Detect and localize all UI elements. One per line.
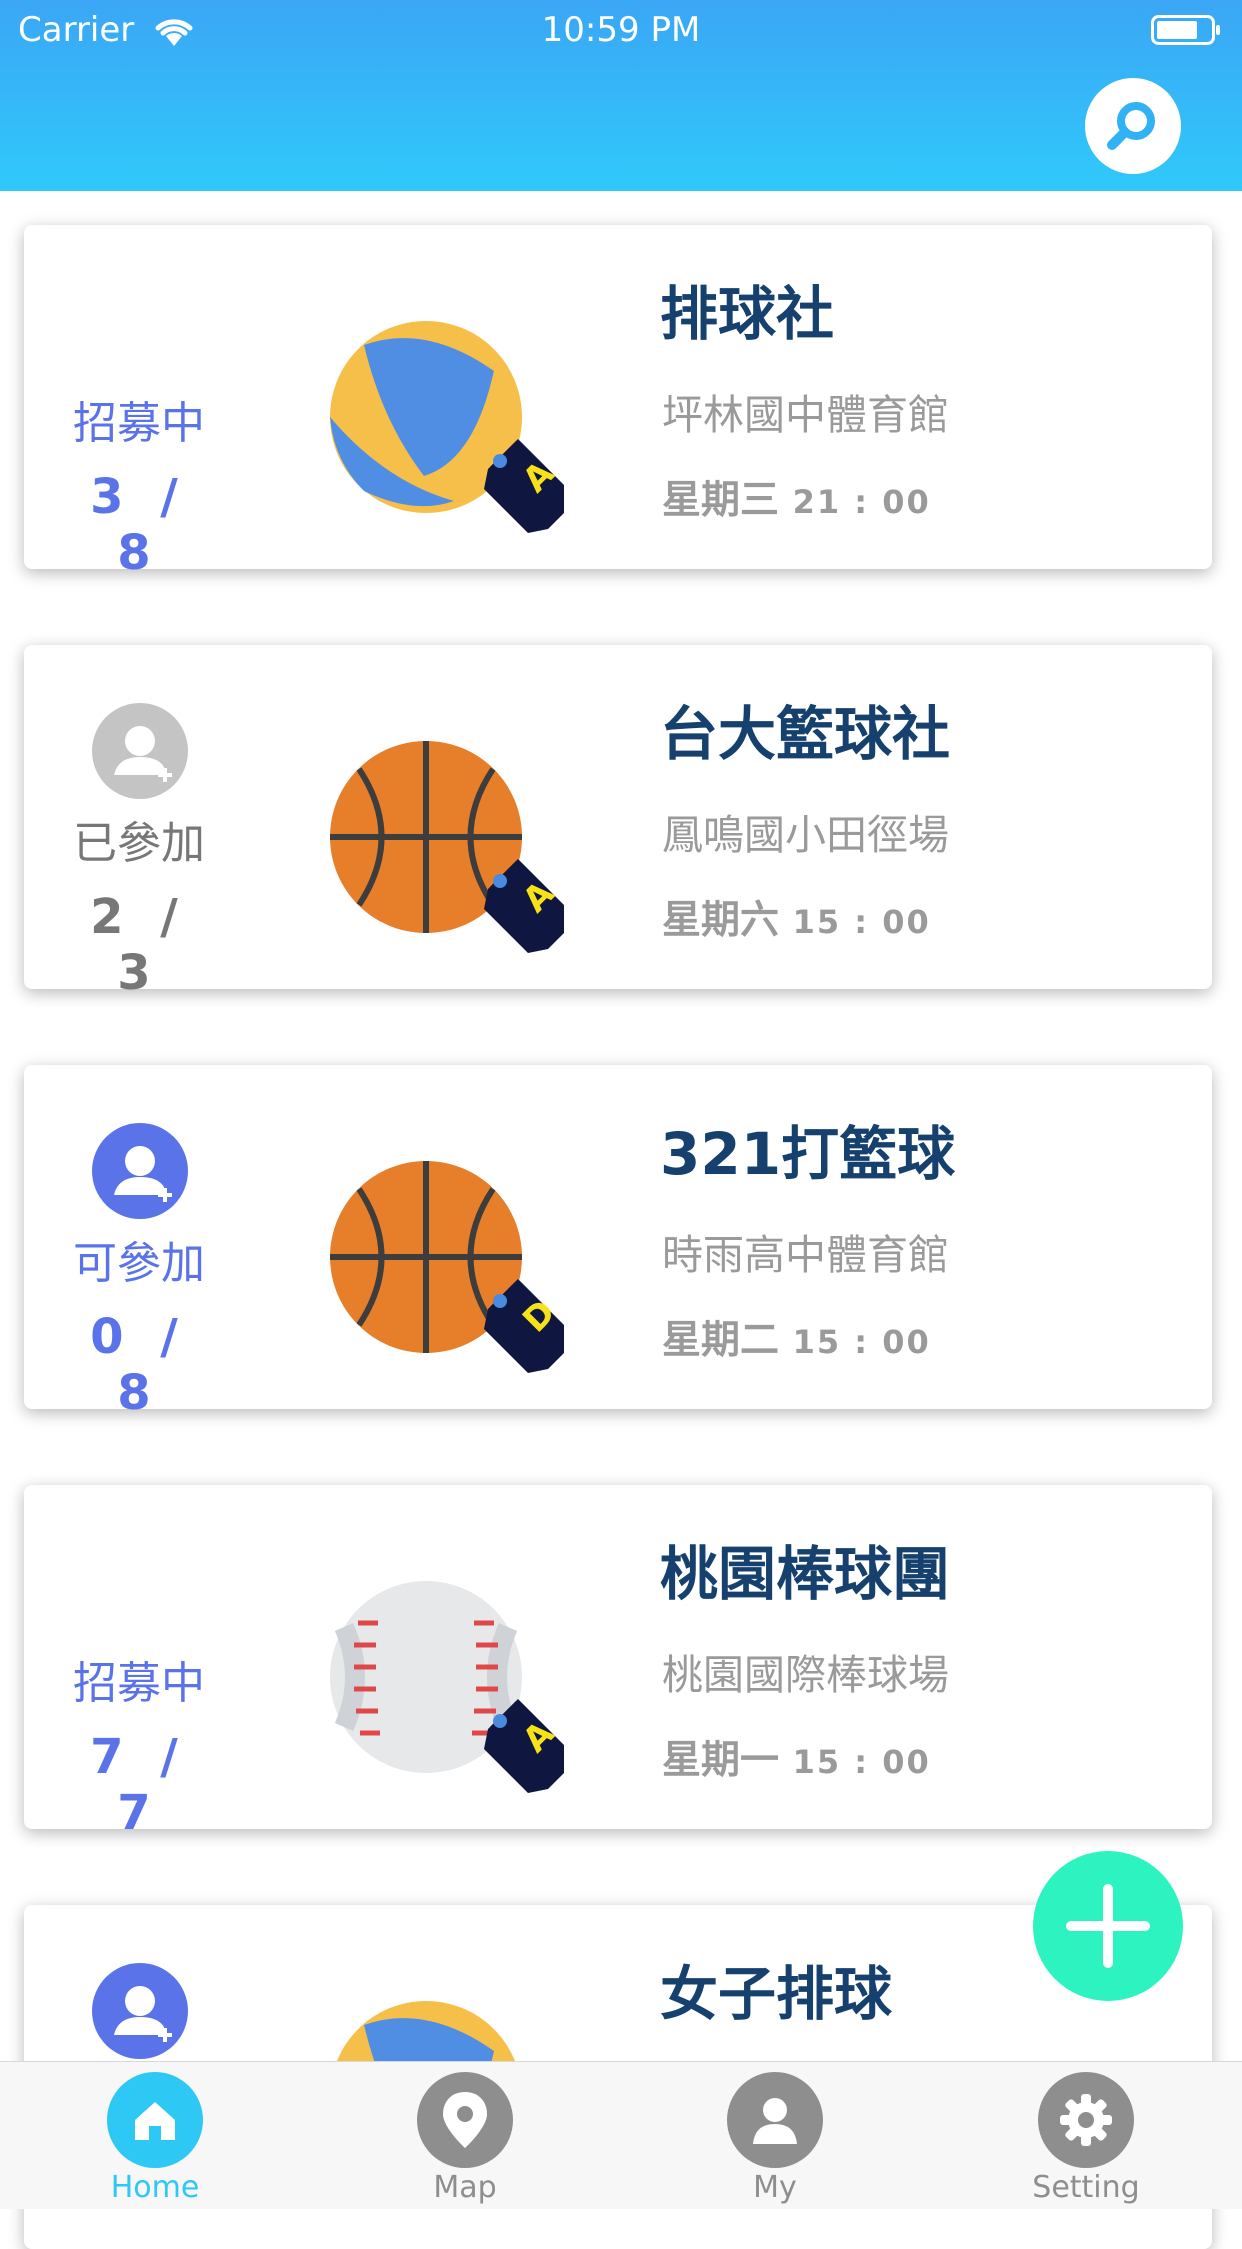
card-time: 21 : 00	[792, 483, 931, 521]
activity-card[interactable]: 已參加 2 / 3 A 台大籃球社 鳳鳴國小田徑場 星期六 15 : 00	[24, 645, 1212, 1001]
card-schedule: 星期三 21 : 00	[662, 469, 931, 525]
card-title: 排球社	[660, 280, 835, 348]
gear-icon	[1038, 2072, 1134, 2168]
card-venue: 鳳鳴國小田徑場	[662, 811, 949, 859]
card-member-count: 2 / 3	[90, 889, 188, 1001]
card-day: 星期一	[662, 1738, 780, 1783]
card-day: 星期三	[662, 478, 780, 523]
activity-card[interactable]: 可參加 0 / 8 D 321打籃球 時雨高中體育館 星期二 15 : 00	[24, 1065, 1212, 1421]
tab-setting[interactable]: Setting	[1006, 2072, 1166, 2209]
activity-card[interactable]: 招募中 7 / 7 A 桃園棒球團 桃園國際棒球場 星期一 15 : 00	[24, 1485, 1212, 1841]
plus-icon	[1066, 1884, 1150, 1968]
search-icon	[1107, 102, 1155, 150]
battery-icon	[1151, 15, 1220, 45]
tab-bar: Home Map My Setting	[0, 2061, 1242, 2209]
card-member-count: 7 / 7	[90, 1729, 188, 1841]
card-venue: 時雨高中體育館	[662, 1231, 949, 1279]
card-title: 女子排球	[660, 1960, 893, 2028]
tab-my[interactable]: My	[695, 2072, 855, 2209]
card-status: 已參加	[73, 818, 205, 869]
add-activity-button[interactable]	[1033, 1851, 1183, 2001]
join-user-icon[interactable]	[92, 1963, 188, 2059]
user-icon	[727, 2072, 823, 2168]
tab-label: Map	[433, 2170, 497, 2205]
join-user-icon[interactable]	[92, 1123, 188, 1219]
tab-home[interactable]: Home	[75, 2072, 235, 2209]
card-time: 15 : 00	[792, 1743, 931, 1781]
card-time: 15 : 00	[792, 1323, 931, 1361]
card-title: 台大籃球社	[660, 700, 951, 768]
card-member-count: 0 / 8	[90, 1309, 188, 1421]
card-status-column: 招募中 7 / 7	[64, 1485, 214, 1841]
card-status: 招募中	[73, 1658, 205, 1709]
card-title: 桃園棒球團	[660, 1540, 951, 1608]
basketball-icon: A	[330, 741, 564, 953]
tab-label: My	[753, 2170, 797, 2205]
status-bar: Carrier 10:59 PM	[0, 0, 1242, 62]
home-icon	[107, 2072, 203, 2168]
card-time: 15 : 00	[792, 903, 931, 941]
tab-label: Setting	[1032, 2170, 1140, 2205]
card-schedule: 星期二 15 : 00	[662, 1309, 931, 1365]
card-status: 招募中	[73, 398, 205, 449]
map-pin-icon	[417, 2072, 513, 2168]
activity-card[interactable]: 招募中 3 / 8 A 排球社 坪林國中體育館 星期三 21 : 00	[24, 225, 1212, 581]
card-day: 星期二	[662, 1318, 780, 1363]
card-status-column: 招募中 3 / 8	[64, 225, 214, 581]
card-status-column: 已參加 2 / 3	[64, 645, 214, 1001]
search-button[interactable]	[1085, 78, 1181, 174]
app-header: Carrier 10:59 PM	[0, 0, 1242, 191]
tab-map[interactable]: Map	[385, 2072, 545, 2209]
status-time: 10:59 PM	[541, 10, 701, 50]
card-venue: 坪林國中體育館	[662, 391, 949, 439]
baseball-icon: A	[330, 1581, 564, 1793]
card-status: 可參加	[73, 1238, 205, 1289]
card-day: 星期六	[662, 898, 780, 943]
card-schedule: 星期一 15 : 00	[662, 1729, 931, 1785]
volleyball-icon: A	[330, 321, 564, 533]
tab-label: Home	[110, 2170, 200, 2205]
basketball-icon: D	[330, 1161, 564, 1373]
joined-user-icon	[92, 703, 188, 799]
card-venue: 桃園國際棒球場	[662, 1651, 949, 1699]
card-status-column: 可參加 0 / 8	[64, 1065, 214, 1421]
card-schedule: 星期六 15 : 00	[662, 889, 931, 945]
card-title: 321打籃球	[660, 1120, 956, 1188]
card-member-count: 3 / 8	[90, 469, 188, 581]
